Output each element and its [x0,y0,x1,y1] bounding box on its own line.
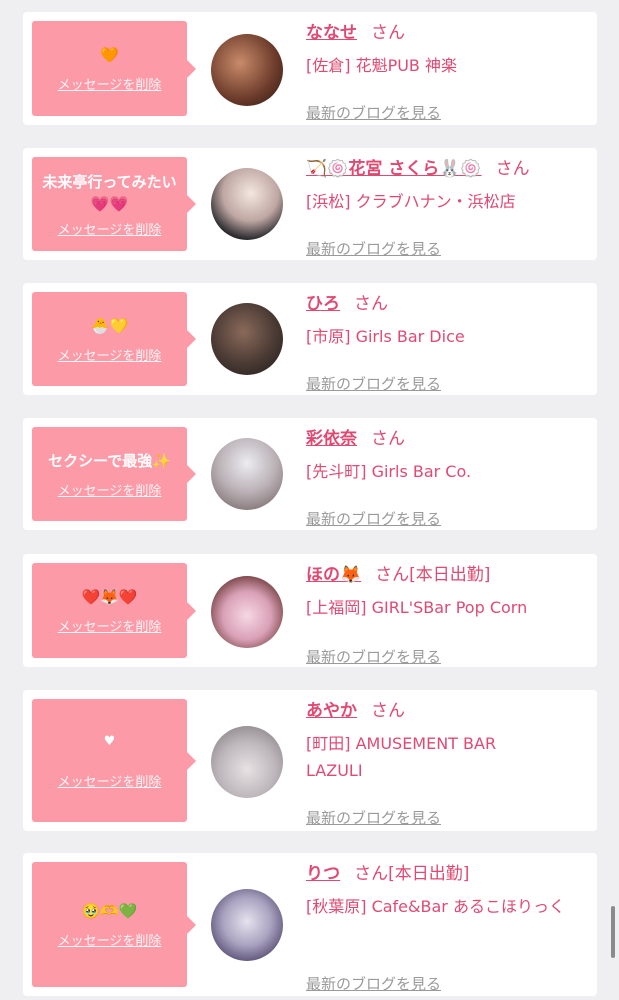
message-text: セクシーで最強✨ [48,451,171,470]
latest-blog-link[interactable]: 最新のブログを見る [306,807,441,828]
san-suffix: さん [354,294,388,314]
message-text: 未来亭行ってみたい💗💗 [42,172,177,213]
shop-name: [市原] Girls Bar Dice [306,327,465,346]
cast-name-link[interactable]: 彩依奈 [306,429,357,449]
shop-name: [浜松] クラブハナン・浜松店 [306,192,516,211]
avatar[interactable] [211,889,283,961]
message-bubble: 🧡 メッセージを削除 [32,21,196,116]
shop-name: [町田] AMUSEMENT BAR LAZULI [306,734,497,780]
avatar[interactable] [211,34,283,106]
message-text: ❤️🦊❤️ [81,588,138,606]
latest-blog-link[interactable]: 最新のブログを見る [306,508,441,529]
list-item: ♥ メッセージを削除 あやか さん [町田] AMUSEMENT BAR LAZU… [23,690,597,831]
cast-name-link[interactable]: ほの🦊 [306,565,361,585]
delete-message-link[interactable]: メッセージを削除 [58,219,162,238]
list-item: ❤️🦊❤️ メッセージを削除 ほの🦊 さん[本日出勤] [上福岡] GIRL'SB… [23,554,597,667]
cast-info: 彩依奈 さん [先斗町] Girls Bar Co. 最新のブログを見る [306,428,596,528]
avatar[interactable] [211,168,283,240]
shop-name: [上福岡] GIRL'SBar Pop Corn [306,598,528,617]
cast-info: あやか さん [町田] AMUSEMENT BAR LAZULI 最新のブログを見… [306,700,596,828]
cast-info: 🏹🍥花宮 さくら🐰🍥 さん [浜松] クラブハナン・浜松店 最新のブログを見る [306,158,596,258]
avatar[interactable] [211,576,283,648]
san-suffix: さん [371,429,405,449]
message-bubble: 未来亭行ってみたい💗💗 メッセージを削除 [32,157,196,251]
message-bubble: ♥ メッセージを削除 [32,699,196,822]
cast-info: ほの🦊 さん[本日出勤] [上福岡] GIRL'SBar Pop Corn 最新の… [306,564,596,667]
latest-blog-link[interactable]: 最新のブログを見る [306,102,441,123]
delete-message-link[interactable]: メッセージを削除 [58,930,162,949]
list-item: セクシーで最強✨ メッセージを削除 彩依奈 さん [先斗町] Girls Bar … [23,418,597,530]
status-badge: [本日出勤] [409,565,491,585]
scrollbar[interactable] [611,906,615,958]
message-text: ♥ [103,734,116,749]
status-badge: [本日出勤] [388,864,470,884]
message-text: 🐣💛 [90,316,129,335]
list-item: 🐣💛 メッセージを削除 ひろ さん [市原] Girls Bar Dice 最新の… [23,283,597,395]
latest-blog-link[interactable]: 最新のブログを見る [306,238,441,259]
san-suffix: さん [371,23,405,43]
delete-message-link[interactable]: メッセージを削除 [58,771,162,790]
delete-message-link[interactable]: メッセージを削除 [58,480,162,499]
shop-name: [先斗町] Girls Bar Co. [306,462,472,481]
list-item: 🥹🫶💚 メッセージを削除 りつ さん[本日出勤] [秋葉原] Cafe&Bar あ… [23,853,597,996]
cast-name-link[interactable]: 🏹🍥花宮 さくら🐰🍥 [306,159,482,179]
list-item: 未来亭行ってみたい💗💗 メッセージを削除 🏹🍥花宮 さくら🐰🍥 さん [浜松] ク… [23,148,597,260]
delete-message-link[interactable]: メッセージを削除 [58,616,162,635]
cast-info: りつ さん[本日出勤] [秋葉原] Cafe&Bar あるこほりっく 最新のブログ… [306,863,596,994]
cast-name-link[interactable]: ひろ [306,294,340,314]
latest-blog-link[interactable]: 最新のブログを見る [306,646,441,667]
delete-message-link[interactable]: メッセージを削除 [58,345,162,364]
cast-info: ひろ さん [市原] Girls Bar Dice 最新のブログを見る [306,293,596,393]
cast-name-link[interactable]: ななせ [306,23,357,43]
avatar[interactable] [211,303,283,375]
message-text: 🧡 [100,46,119,64]
message-bubble: 🐣💛 メッセージを削除 [32,292,196,386]
avatar[interactable] [211,726,283,798]
list-item: 🧡 メッセージを削除 ななせ さん [佐倉] 花魁PUB 神楽 最新のブログを見る [23,12,597,125]
cast-info: ななせ さん [佐倉] 花魁PUB 神楽 最新のブログを見る [306,22,596,122]
san-suffix: さん [375,565,410,585]
message-bubble: セクシーで最強✨ メッセージを削除 [32,427,196,521]
san-suffix: さん [495,159,530,179]
message-bubble: ❤️🦊❤️ メッセージを削除 [32,563,196,658]
message-bubble: 🥹🫶💚 メッセージを削除 [32,862,196,987]
shop-name: [佐倉] 花魁PUB 神楽 [306,56,457,75]
delete-message-link[interactable]: メッセージを削除 [58,74,162,93]
latest-blog-link[interactable]: 最新のブログを見る [306,973,441,994]
latest-blog-link[interactable]: 最新のブログを見る [306,373,441,394]
cast-name-link[interactable]: あやか [306,701,357,721]
san-suffix: さん [354,864,389,884]
avatar[interactable] [211,438,283,510]
shop-name: [秋葉原] Cafe&Bar あるこほりっく [306,897,565,916]
message-text: 🥹🫶💚 [81,902,138,920]
cast-name-link[interactable]: りつ [306,864,340,884]
san-suffix: さん [371,701,405,721]
